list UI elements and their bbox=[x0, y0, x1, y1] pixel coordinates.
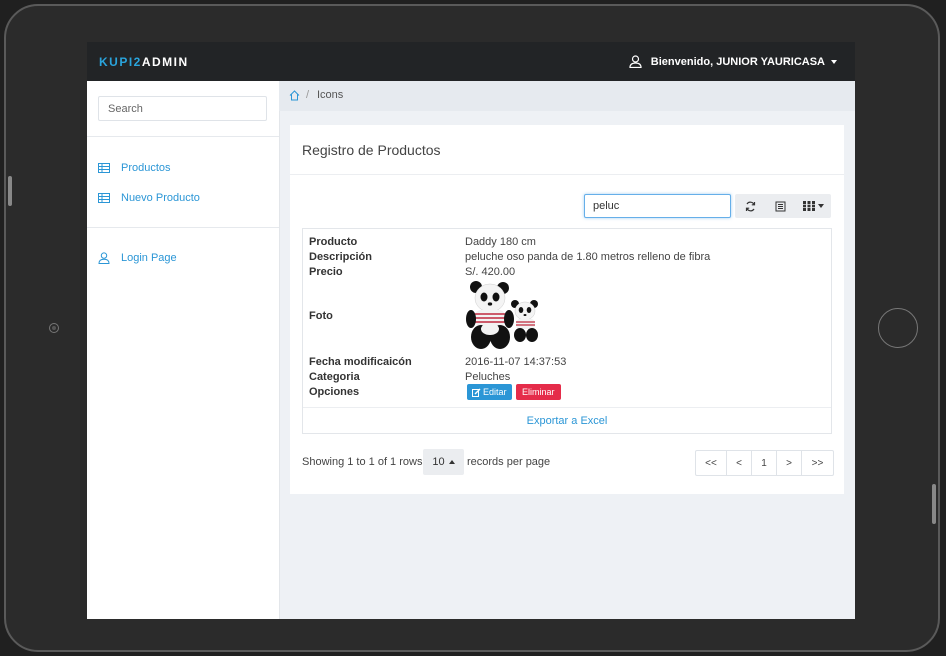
user-menu[interactable]: Bienvenido, JUNIOR YAURICASA bbox=[629, 55, 837, 68]
product-photo bbox=[466, 281, 538, 349]
breadcrumb: / Icons bbox=[279, 81, 855, 111]
delete-label: Eliminar bbox=[522, 387, 555, 397]
tablet-side-button bbox=[8, 176, 12, 206]
refresh-icon bbox=[745, 201, 755, 211]
divider bbox=[87, 136, 279, 137]
label-opciones: Opciones bbox=[309, 386, 360, 398]
page-size-value: 10 bbox=[432, 456, 445, 468]
breadcrumb-current: Icons bbox=[317, 89, 344, 101]
label-producto: Producto bbox=[309, 236, 358, 248]
camera-icon bbox=[49, 323, 59, 333]
list-icon bbox=[775, 201, 785, 211]
label-categoria: Categoria bbox=[309, 371, 360, 383]
sidebar-item-productos[interactable]: Productos bbox=[98, 162, 171, 174]
edit-button[interactable]: Editar bbox=[467, 384, 512, 400]
value-descripcion: peluche oso panda de 1.80 metros relleno… bbox=[465, 251, 711, 263]
product-card: Producto Daddy 180 cm Descripción peluch… bbox=[302, 228, 832, 434]
divider bbox=[303, 407, 831, 408]
columns-icon bbox=[802, 201, 815, 211]
tablet-side-button bbox=[932, 484, 936, 524]
table-icon bbox=[98, 193, 110, 203]
table-icon bbox=[98, 163, 110, 173]
user-icon bbox=[629, 55, 642, 68]
user-icon bbox=[98, 252, 110, 264]
home-button[interactable] bbox=[878, 308, 918, 348]
page-size-dropdown[interactable]: 10 bbox=[423, 449, 464, 475]
home-icon[interactable] bbox=[289, 90, 300, 101]
sidebar: Productos Nuevo Producto Login Page bbox=[87, 81, 280, 619]
label-precio: Precio bbox=[309, 266, 343, 278]
sidebar-item-label: Productos bbox=[121, 162, 171, 174]
sidebar-item-label: Nuevo Producto bbox=[121, 192, 200, 204]
chevron-up-icon bbox=[448, 460, 455, 464]
sidebar-item-label: Login Page bbox=[121, 252, 177, 264]
table-toolbar bbox=[735, 194, 831, 218]
table-search-input[interactable] bbox=[584, 194, 731, 218]
prev-page-button[interactable]: < bbox=[726, 451, 751, 475]
value-precio: S/. 420.00 bbox=[465, 266, 516, 278]
value-fecha: 2016-11-07 14:37:53 bbox=[465, 356, 567, 368]
toggle-view-button[interactable] bbox=[765, 194, 795, 218]
app-screen: KUPI2ADMIN Bienvenido, JUNIOR YAURICASA … bbox=[87, 42, 855, 619]
welcome-text: Bienvenido, JUNIOR YAURICASA bbox=[650, 55, 825, 68]
pagination-info: Showing 1 to 1 of 1 rows bbox=[302, 456, 423, 468]
brand-logo[interactable]: KUPI2ADMIN bbox=[99, 55, 189, 69]
first-page-button[interactable]: << bbox=[696, 451, 726, 475]
chevron-down-icon bbox=[817, 204, 824, 208]
breadcrumb-separator: / bbox=[306, 89, 310, 101]
last-page-button[interactable]: >> bbox=[801, 451, 833, 475]
pagination: << < 1 > >> bbox=[695, 450, 834, 476]
records-per-page-label: records per page bbox=[467, 456, 551, 468]
search-input[interactable] bbox=[98, 96, 267, 121]
columns-dropdown-button[interactable] bbox=[795, 194, 831, 218]
value-producto: Daddy 180 cm bbox=[465, 236, 536, 248]
label-descripcion: Descripción bbox=[309, 251, 372, 263]
divider bbox=[87, 227, 279, 228]
label-fecha: Fecha modificaicón bbox=[309, 356, 412, 368]
page-1-button[interactable]: 1 bbox=[751, 451, 776, 475]
refresh-button[interactable] bbox=[735, 194, 765, 218]
delete-button[interactable]: Eliminar bbox=[516, 384, 561, 400]
products-panel: Registro de Productos peluc Producto Dad… bbox=[290, 125, 844, 494]
next-page-button[interactable]: > bbox=[776, 451, 801, 475]
value-categoria: Peluches bbox=[465, 371, 511, 383]
edit-icon bbox=[472, 388, 481, 397]
top-navbar: KUPI2ADMIN Bienvenido, JUNIOR YAURICASA bbox=[87, 42, 855, 81]
chevron-down-icon bbox=[831, 59, 837, 64]
divider bbox=[290, 174, 844, 175]
sidebar-item-nuevo-producto[interactable]: Nuevo Producto bbox=[98, 192, 200, 204]
edit-label: Editar bbox=[483, 387, 507, 397]
export-excel-link[interactable]: Exportar a Excel bbox=[303, 415, 831, 427]
label-foto: Foto bbox=[309, 310, 333, 322]
sidebar-item-login-page[interactable]: Login Page bbox=[98, 252, 177, 264]
panel-title: Registro de Productos bbox=[302, 142, 441, 158]
